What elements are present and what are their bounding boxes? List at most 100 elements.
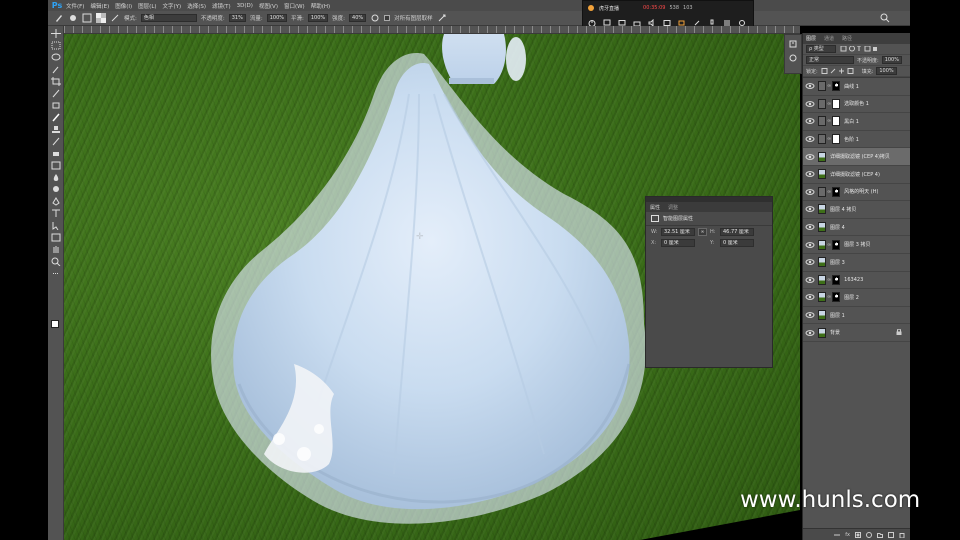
layer-row[interactable]: 图层 1 xyxy=(803,307,910,325)
menu-layer[interactable]: 图层(L) xyxy=(138,2,156,10)
layer-mask[interactable] xyxy=(832,81,841,92)
adjustment-layer-icon[interactable] xyxy=(866,531,872,538)
layer-row[interactable]: ∞ 图层 3 拷贝 xyxy=(803,236,910,254)
layer-row[interactable]: ∞ 风格的明天 (H) xyxy=(803,184,910,202)
layer-row[interactable]: 详细摄取滤镜 (CEP 4) xyxy=(803,166,910,184)
layer-row[interactable]: ∞ 色阶 1 xyxy=(803,131,910,149)
brush-panel-icon[interactable] xyxy=(82,13,92,23)
layer-mask[interactable] xyxy=(832,134,841,145)
tab-layers[interactable]: 图层 xyxy=(806,35,816,42)
path-select-tool-icon[interactable] xyxy=(51,221,61,230)
airbrush-icon[interactable] xyxy=(110,13,120,23)
flow-field[interactable]: 100% xyxy=(266,14,287,22)
layer-row[interactable]: 图层 4 拷贝 xyxy=(803,201,910,219)
eye-icon[interactable] xyxy=(805,292,815,302)
layer-mask[interactable] xyxy=(832,239,841,250)
height-field[interactable]: 46.77 厘米 xyxy=(720,227,754,236)
stamp-tool-icon[interactable] xyxy=(51,125,61,134)
brush-tool-icon[interactable] xyxy=(51,113,61,122)
dodge-tool-icon[interactable] xyxy=(51,185,61,194)
strength-field[interactable]: 40% xyxy=(349,14,367,22)
mode-dropdown[interactable]: 色相 xyxy=(140,14,197,22)
gradient-tool-icon[interactable] xyxy=(51,161,61,170)
layer-row[interactable]: ∞ 图层 2 xyxy=(803,289,910,307)
eraser-tool-icon[interactable] xyxy=(51,149,61,158)
eye-icon[interactable] xyxy=(805,81,815,91)
tab-adjustments[interactable]: 调整 xyxy=(668,204,678,211)
layer-mask[interactable] xyxy=(832,292,841,303)
eye-icon[interactable] xyxy=(805,152,815,162)
shape-tool-icon[interactable] xyxy=(51,233,61,242)
type-tool-icon[interactable] xyxy=(51,209,61,218)
lock-options-icons[interactable] xyxy=(821,68,859,74)
fill-field[interactable]: 100% xyxy=(876,67,897,75)
eye-icon[interactable] xyxy=(805,187,815,197)
sample-all-checkbox[interactable] xyxy=(384,15,391,21)
eye-icon[interactable] xyxy=(805,275,815,285)
x-field[interactable]: 0 厘米 xyxy=(661,238,695,247)
tab-paths[interactable]: 路径 xyxy=(842,35,852,42)
menu-window[interactable]: 窗口(W) xyxy=(284,2,305,10)
menu-help[interactable]: 帮助(H) xyxy=(311,2,330,10)
move-tool-icon[interactable] xyxy=(50,29,61,38)
eye-icon[interactable] xyxy=(805,257,815,267)
eye-icon[interactable] xyxy=(805,328,815,338)
layer-mask[interactable] xyxy=(832,274,841,285)
eye-icon[interactable] xyxy=(805,134,815,144)
new-group-icon[interactable] xyxy=(877,532,883,538)
layer-row[interactable]: ∞ 黑白 1 xyxy=(803,113,910,131)
history-brush-tool-icon[interactable] xyxy=(51,137,61,146)
eye-icon[interactable] xyxy=(805,222,815,232)
brush-size-icon[interactable] xyxy=(68,13,78,23)
trash-icon[interactable] xyxy=(899,532,905,538)
layer-row[interactable]: ∞ 163423 xyxy=(803,272,910,290)
layer-row[interactable]: ∞ 选取颜色 1 xyxy=(803,96,910,114)
opacity-field[interactable]: 31% xyxy=(228,14,246,22)
filter-icons[interactable] xyxy=(839,46,879,52)
crop-tool-icon[interactable] xyxy=(50,77,61,86)
eye-icon[interactable] xyxy=(805,310,815,320)
pen-tool-icon[interactable] xyxy=(51,197,61,206)
history-panel-icon[interactable] xyxy=(788,39,798,49)
quick-select-tool-icon[interactable] xyxy=(51,65,61,74)
marquee-tool-icon[interactable] xyxy=(51,41,61,50)
link-layers-icon[interactable] xyxy=(834,532,841,538)
add-mask-icon[interactable] xyxy=(855,531,861,538)
layer-row[interactable]: 详细摄取滤镜 (CEP 4)拷贝 xyxy=(803,148,910,166)
layer-row[interactable]: 图层 4 xyxy=(803,219,910,237)
menu-3d[interactable]: 3D(D) xyxy=(237,3,253,9)
new-layer-icon[interactable] xyxy=(888,531,894,538)
fx-button[interactable]: fx xyxy=(845,532,850,538)
width-field[interactable]: 32.51 厘米 xyxy=(661,227,695,236)
eye-icon[interactable] xyxy=(805,116,815,126)
pressure-icon[interactable] xyxy=(437,13,447,23)
eye-icon[interactable] xyxy=(805,204,815,214)
hand-tool-icon[interactable] xyxy=(51,245,61,254)
menu-view[interactable]: 视图(V) xyxy=(259,2,278,10)
blend-mode-dropdown[interactable]: 正常 xyxy=(806,56,854,64)
eye-icon[interactable] xyxy=(805,240,815,250)
search-icon[interactable] xyxy=(880,13,890,23)
layer-mask[interactable] xyxy=(832,116,841,127)
menu-select[interactable]: 选择(S) xyxy=(187,2,206,10)
actions-panel-icon[interactable] xyxy=(788,53,798,63)
layer-row[interactable]: 背景 xyxy=(803,324,910,342)
layer-opacity-field[interactable]: 100% xyxy=(881,56,902,64)
layer-mask[interactable] xyxy=(832,98,841,109)
link-dimensions-icon[interactable]: ∞ xyxy=(698,227,707,236)
healing-tool-icon[interactable] xyxy=(51,101,61,110)
eye-icon[interactable] xyxy=(805,99,815,109)
lasso-tool-icon[interactable] xyxy=(51,53,61,62)
y-field[interactable]: 0 厘米 xyxy=(720,238,754,247)
pattern-swatch-icon[interactable] xyxy=(96,13,106,23)
layer-row[interactable]: 图层 3 xyxy=(803,254,910,272)
layer-mask[interactable] xyxy=(832,186,841,197)
tab-properties[interactable]: 属性 xyxy=(650,204,660,211)
eyedropper-tool-icon[interactable] xyxy=(51,89,61,98)
zoom-tool-icon[interactable] xyxy=(51,257,61,266)
menu-edit[interactable]: 编辑(E) xyxy=(90,2,109,10)
foreground-color-swatch[interactable] xyxy=(51,320,59,328)
smooth-field[interactable]: 100% xyxy=(307,14,329,22)
menu-file[interactable]: 文件(F) xyxy=(66,2,84,10)
brush-tool-icon[interactable] xyxy=(54,13,64,23)
